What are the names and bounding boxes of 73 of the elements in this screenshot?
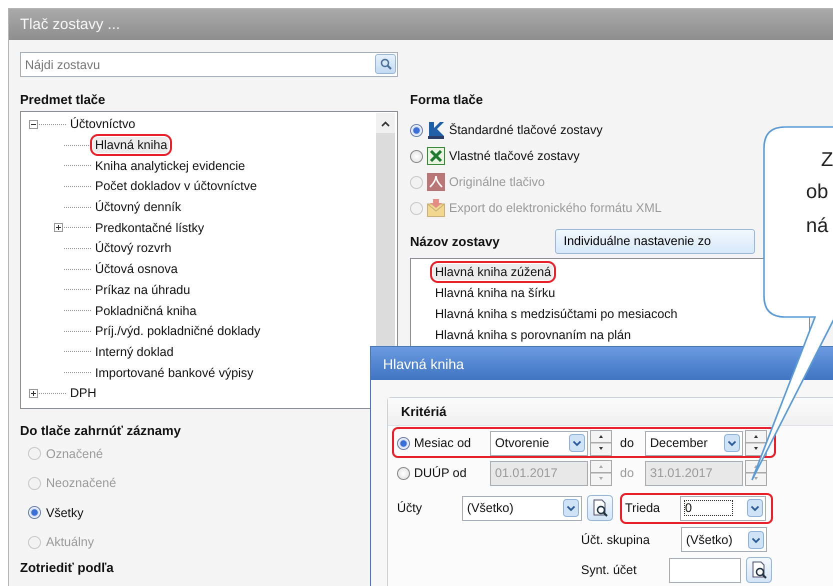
tree-item[interactable]: Importované bankové výpisy bbox=[93, 364, 256, 381]
tree-item[interactable]: Príj./výd. pokladničné doklady bbox=[93, 323, 262, 340]
field-label: Účty bbox=[397, 501, 423, 515]
tree-item[interactable]: Interný doklad bbox=[93, 344, 176, 360]
field-label: Účt. skupina bbox=[581, 532, 651, 546]
tree-item[interactable]: Pokladničná kniha bbox=[93, 302, 198, 319]
list-item[interactable]: Hlavná kniha s porovnaním na plán bbox=[433, 326, 633, 342]
callout-text: Z bbox=[821, 148, 833, 172]
callout-text: ná bbox=[806, 214, 828, 238]
group-title: Kritériá bbox=[401, 404, 447, 419]
k-logo-icon bbox=[427, 121, 445, 139]
tree-item[interactable]: Predkontačné lístky bbox=[93, 220, 206, 236]
section-heading: Do tlače zahrnúť záznamy bbox=[20, 423, 182, 439]
spinner-icon[interactable] bbox=[590, 430, 612, 456]
radio-label: Všetky bbox=[46, 506, 84, 520]
window-title: Tlač zostavy ... bbox=[20, 16, 120, 33]
list-item[interactable]: Hlavná kniha s medzisúčtami po mesiacoch bbox=[433, 306, 680, 322]
radio-label: Mesiac od bbox=[414, 436, 471, 450]
tree-item[interactable]: Príkaz na úhradu bbox=[93, 282, 192, 298]
section-heading: Forma tlače bbox=[410, 92, 484, 108]
expand-icon[interactable] bbox=[54, 223, 63, 232]
dialog-title: Hlavná kniha bbox=[383, 356, 464, 372]
radio-label: Originálne tlačivo bbox=[449, 175, 545, 189]
list-item[interactable]: Hlavná kniha na šírku bbox=[433, 284, 558, 300]
input-field[interactable] bbox=[669, 558, 741, 582]
tree-item[interactable]: Účtový rozvrh bbox=[93, 240, 174, 256]
radio-label: Vlastné tlačové zostavy bbox=[449, 149, 580, 163]
dropdown[interactable]: Otvorenie bbox=[490, 430, 588, 456]
section-heading: Zotriediť podľa bbox=[20, 560, 115, 575]
expand-icon[interactable] bbox=[29, 388, 38, 398]
field-label: do bbox=[620, 466, 635, 480]
tree-item[interactable]: Účtovný denník bbox=[93, 199, 184, 216]
radio-button[interactable] bbox=[28, 506, 41, 520]
tree-item[interactable]: Počet dokladov v účtovníctve bbox=[93, 178, 259, 194]
settings-button[interactable]: Individuálne nastavenie zo bbox=[554, 228, 755, 254]
tree-item[interactable]: Kniha analytickej evidencie bbox=[93, 158, 248, 174]
search-button[interactable] bbox=[375, 54, 396, 74]
search-field[interactable]: Nájdi zostavu bbox=[20, 52, 398, 77]
radio-label: Neoznačené bbox=[46, 476, 116, 490]
radio-button[interactable] bbox=[410, 124, 423, 136]
list-item[interactable]: Hlavná kniha zúžená bbox=[433, 264, 554, 280]
spreadsheet-icon bbox=[427, 147, 445, 165]
dropdown[interactable]: 0 bbox=[680, 496, 766, 520]
radio-label: Aktuálny bbox=[46, 535, 94, 550]
callout-text: ob bbox=[806, 180, 828, 204]
section-heading: Predmet tlače bbox=[20, 92, 106, 108]
tree-item[interactable]: Účtová osnova bbox=[93, 261, 180, 278]
section-heading: Názov zostavy bbox=[410, 234, 500, 248]
field-label: Synt. účet bbox=[581, 563, 638, 577]
radio-button[interactable] bbox=[410, 150, 423, 162]
dropdown[interactable]: (Všetko) bbox=[462, 496, 582, 520]
dropdown[interactable]: (Všetko) bbox=[681, 527, 767, 552]
radio-label: Export do elektronického formátu XML bbox=[449, 201, 662, 215]
scroll-up-icon[interactable] bbox=[381, 121, 390, 127]
magnifier-document-icon bbox=[591, 499, 609, 517]
lookup-button[interactable] bbox=[746, 557, 772, 583]
envelope-icon bbox=[427, 199, 445, 217]
tree-item[interactable]: DPH bbox=[68, 385, 98, 402]
tree-item[interactable]: Hlavná kniha bbox=[93, 137, 170, 154]
pdf-icon bbox=[427, 173, 445, 191]
collapse-icon[interactable] bbox=[29, 120, 38, 129]
radio-label: DUÚP od bbox=[414, 466, 467, 480]
radio-label: Štandardné tlačové zostavy bbox=[449, 123, 603, 137]
field-label: Trieda bbox=[625, 501, 661, 515]
magnifier-document-icon bbox=[750, 561, 768, 579]
radio-label: Označené bbox=[46, 446, 103, 461]
field-label: do bbox=[620, 436, 635, 450]
tree-item[interactable]: Účtovníctvo bbox=[68, 116, 138, 132]
search-icon bbox=[380, 58, 392, 70]
radio-button[interactable] bbox=[397, 436, 410, 450]
radio-button[interactable] bbox=[397, 466, 410, 480]
lookup-button[interactable] bbox=[587, 495, 613, 521]
dropdown[interactable]: December bbox=[645, 430, 743, 456]
